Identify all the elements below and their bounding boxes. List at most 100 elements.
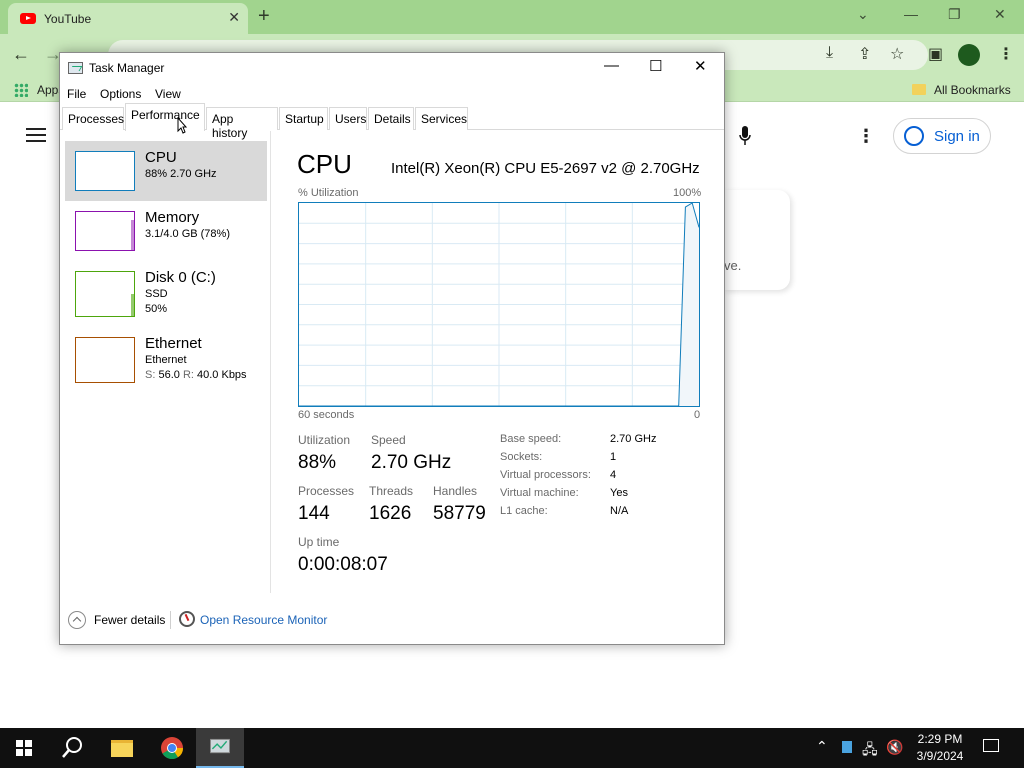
tray-app-icon[interactable] (842, 741, 852, 753)
minimize-icon[interactable]: — (604, 57, 619, 74)
browser-restore-icon[interactable]: ❐ (948, 6, 961, 23)
bookmark-star-icon[interactable]: ☆ (890, 44, 904, 64)
cpu-model-name: Intel(R) Xeon(R) CPU E5-2697 v2 @ 2.70GH… (391, 160, 700, 177)
spec-virtual-processors-label: Virtual processors: (500, 469, 591, 481)
handles-label: Handles (433, 484, 478, 498)
start-windows-icon[interactable] (0, 728, 48, 768)
receive-value: 40.0 Kbps (197, 369, 247, 381)
spec-virtual-machine-label: Virtual machine: (500, 487, 579, 499)
uptime-value: 0:00:08:07 (298, 554, 388, 575)
spec-sockets-value: 1 (610, 451, 617, 463)
window-title: Task Manager (89, 61, 165, 75)
spec-base-speed-value: 2.70 GHz (610, 433, 657, 445)
memory-mini-graph (75, 211, 135, 251)
account-icon (904, 126, 924, 146)
spec-sockets-label: Sockets: (500, 451, 543, 463)
spec-virtual-processors-value: 4 (610, 469, 617, 481)
task-manager-footer: Fewer details Open Resource Monitor (60, 603, 724, 643)
menu-options[interactable]: Options (100, 87, 141, 101)
resource-detail-2: 50% (145, 303, 168, 315)
back-arrow-icon[interactable]: ← (12, 44, 30, 65)
profile-avatar[interactable] (958, 44, 980, 66)
resource-ethernet[interactable]: Ethernet Ethernet S: 56.0 R: 40.0 Kbps (65, 327, 267, 387)
task-manager-window: Task Manager — ☐ ✕ File Options View Pro… (59, 52, 725, 645)
side-panel-icon[interactable]: ▣ (928, 44, 943, 64)
file-explorer-icon[interactable] (98, 728, 146, 768)
resource-disk[interactable]: Disk 0 (C:) SSD 50% (65, 261, 267, 321)
resource-monitor-icon[interactable] (179, 611, 195, 627)
settings-dots-icon[interactable]: ⋮ (857, 126, 875, 147)
resource-name: CPU (145, 149, 177, 166)
tab-app-history[interactable]: App history (206, 107, 278, 140)
microphone-icon[interactable] (739, 126, 751, 146)
open-resource-monitor-link[interactable]: Open Resource Monitor (200, 613, 327, 627)
sign-in-label: Sign in (934, 128, 980, 145)
resource-detail: 3.1/4.0 GB (78%) (145, 228, 230, 240)
menu-file[interactable]: File (67, 87, 86, 101)
youtube-card-text: ve. (724, 258, 742, 273)
tab-title: YouTube (44, 12, 92, 26)
spec-virtual-machine-value: Yes (610, 487, 628, 499)
resource-memory[interactable]: Memory 3.1/4.0 GB (78%) (65, 201, 267, 261)
menu-bar: File Options View (60, 85, 724, 105)
send-label: S: (145, 369, 156, 381)
cpu-utilization-graph (298, 202, 700, 407)
resource-detail: SSD (145, 288, 168, 300)
notifications-icon[interactable] (983, 739, 999, 752)
folder-icon (912, 84, 926, 95)
hamburger-menu-icon[interactable] (26, 128, 46, 142)
time-axis-label: 60 seconds (298, 409, 355, 421)
tab-processes[interactable]: Processes (62, 107, 124, 130)
tray-overflow-chevron-icon[interactable]: ⌃ (816, 738, 828, 755)
utilization-label: Utilization (298, 433, 351, 447)
disk-mini-graph (75, 271, 135, 317)
resource-cpu[interactable]: CPU 88% 2.70 GHz (65, 141, 267, 201)
tab-users[interactable]: Users (329, 107, 367, 130)
resource-name: Ethernet (145, 335, 202, 352)
all-bookmarks-button[interactable]: All Bookmarks (934, 83, 1011, 97)
memory-mini-fill (131, 220, 134, 250)
task-manager-taskbar-icon[interactable] (196, 728, 244, 768)
network-icon[interactable]: 🖧 (862, 739, 878, 763)
install-app-icon[interactable]: ⤓ (826, 44, 833, 62)
browser-close-icon[interactable]: ✕ (994, 6, 1006, 23)
graph-grid (299, 203, 699, 406)
chrome-icon[interactable] (148, 728, 196, 768)
utilization-axis-label: % Utilization (298, 187, 359, 199)
tab-details[interactable]: Details (368, 107, 414, 130)
chrome-menu-icon[interactable]: ⋮ (998, 44, 1014, 64)
browser-tabstrip: YouTube ✕ + ⌄ — ❐ ✕ (0, 0, 1024, 34)
tab-performance[interactable]: Performance (125, 103, 205, 131)
maximize-icon[interactable]: ☐ (649, 57, 662, 75)
utilization-value: 88% (298, 452, 337, 473)
menu-view[interactable]: View (155, 87, 181, 101)
clock-date[interactable]: 3/9/2024 (916, 749, 964, 763)
handles-value: 58779 (433, 503, 486, 524)
send-value: 56.0 (158, 369, 180, 381)
clock-time[interactable]: 2:29 PM (916, 732, 964, 746)
browser-tab-youtube[interactable]: YouTube ✕ (8, 3, 248, 34)
browser-minimize-icon[interactable]: — (904, 6, 918, 22)
search-icon[interactable] (48, 728, 96, 768)
close-icon[interactable]: ✕ (694, 57, 707, 75)
disk-mini-fill (131, 294, 134, 316)
tab-close-icon[interactable]: ✕ (228, 9, 240, 26)
task-manager-app-icon (68, 62, 83, 74)
fewer-details-button[interactable]: Fewer details (94, 613, 165, 627)
ethernet-mini-graph (75, 337, 135, 383)
speed-label: Speed (371, 433, 406, 447)
tab-search-chevron-icon[interactable]: ⌄ (857, 6, 869, 23)
tab-services[interactable]: Services (415, 107, 468, 130)
share-icon[interactable]: ⇪ (858, 44, 871, 64)
apps-grid-icon[interactable] (14, 83, 28, 97)
volume-muted-icon[interactable]: 🔇 (886, 739, 903, 756)
utilization-axis-max: 100% (673, 187, 702, 199)
youtube-info-card (724, 190, 790, 290)
sign-in-button[interactable]: Sign in (893, 118, 991, 154)
tab-startup[interactable]: Startup (279, 107, 328, 130)
footer-divider (170, 611, 171, 629)
tab-strip: Processes Performance App history Startu… (60, 103, 724, 140)
collapse-chevron-icon[interactable] (68, 611, 86, 629)
new-tab-button[interactable]: + (258, 5, 270, 28)
cpu-mini-graph (75, 151, 135, 191)
